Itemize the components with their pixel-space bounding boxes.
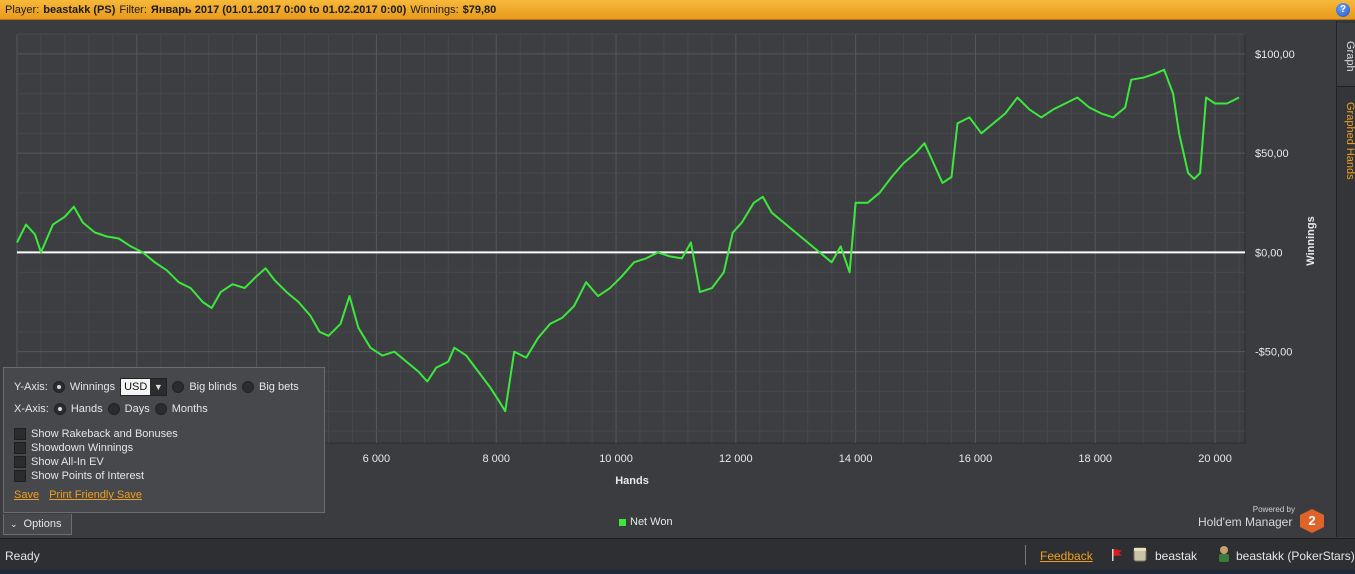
options-toggle[interactable]: ⌄ Options (3, 514, 72, 535)
x-tick-labels: 6 000 8 000 10 000 12 000 14 000 16 000 18 000… (363, 453, 1232, 465)
checkbox[interactable] (14, 456, 26, 468)
x-axis-row: X-Axis: Hands Days Months (14, 403, 213, 415)
tab-graph[interactable]: Graph (1337, 23, 1355, 87)
checkbox-allin-ev[interactable]: Show All-In EV (14, 456, 104, 468)
radio-winnings-label[interactable]: Winnings (70, 381, 115, 393)
taskbar-strip (0, 570, 1355, 574)
options-toggle-label: Options (23, 518, 62, 530)
y-tick-label: $0,00 (1255, 247, 1283, 259)
checkbox-rakeback-label[interactable]: Show Rakeback and Bonuses (31, 428, 178, 440)
radio-hands-label[interactable]: Hands (71, 403, 103, 415)
chevron-down-icon: ▼ (153, 382, 163, 392)
radio-months[interactable] (154, 403, 167, 415)
player-label: Player: (5, 4, 40, 16)
filter-value: Январь 2017 (01.01.2017 0:00 to 01.02.20… (150, 4, 407, 16)
checkbox-showdown-label[interactable]: Showdown Winnings (31, 442, 133, 454)
chart-legend: Net Won (619, 516, 673, 528)
save-links: Save Print Friendly Save (14, 489, 152, 501)
checkbox[interactable] (14, 470, 26, 482)
x-tick-label: 6 000 (363, 453, 391, 465)
database-user[interactable]: beastak (1155, 549, 1197, 563)
help-icon[interactable]: ? (1336, 3, 1350, 17)
status-bar: Ready Feedback beastak beastakk (PokerSt… (0, 538, 1355, 574)
checkbox-allin-ev-label[interactable]: Show All-In EV (31, 456, 104, 468)
feedback-link[interactable]: Feedback (1040, 549, 1093, 563)
print-friendly-save-link[interactable]: Print Friendly Save (49, 489, 142, 501)
legend-swatch (619, 518, 626, 526)
radio-big-bets-label[interactable]: Big bets (259, 381, 299, 393)
save-link[interactable]: Save (14, 489, 39, 501)
y-axis-label: Y-Axis: (14, 381, 48, 393)
checkbox-rakeback[interactable]: Show Rakeback and Bonuses (14, 428, 178, 440)
powered-by: Powered by Hold'em Manager 2 (1198, 505, 1326, 533)
tab-graphed-hands[interactable]: Graphed Hands (1337, 91, 1355, 187)
checkbox-poi[interactable]: Show Points of Interest (14, 470, 144, 482)
y-tick-labels: $100,00 $50,00 $0,00 -$50,00 (1255, 49, 1295, 359)
x-tick-label: 20 000 (1198, 453, 1232, 465)
status-text: Ready (5, 549, 40, 563)
x-tick-label: 8 000 (482, 453, 510, 465)
y-tick-label: $50,00 (1255, 148, 1289, 160)
currency-select[interactable]: USD ▼ (120, 378, 168, 396)
player-value: beastakk (PS) (43, 4, 116, 16)
radio-big-blinds[interactable] (172, 381, 185, 393)
checkbox-showdown[interactable]: Showdown Winnings (14, 442, 133, 454)
checkbox-poi-label[interactable]: Show Points of Interest (31, 470, 144, 482)
legend-label: Net Won (630, 516, 673, 528)
x-tick-label: 18 000 (1078, 453, 1112, 465)
radio-days[interactable] (107, 403, 120, 415)
database-icon[interactable] (1133, 546, 1147, 563)
brand-name: Hold'em Manager (1198, 515, 1293, 529)
flag-icon[interactable] (1110, 548, 1124, 562)
x-axis-label: X-Axis: (14, 403, 49, 415)
checkbox[interactable] (14, 442, 26, 454)
y-axis-title: Winnings (1305, 216, 1317, 265)
radio-days-label[interactable]: Days (125, 403, 150, 415)
filter-label: Filter: (119, 4, 147, 16)
y-tick-label: $100,00 (1255, 49, 1295, 61)
filter-bar: Player: beastakk (PS) Filter: Январь 2017 (… (0, 0, 1355, 20)
radio-months-label[interactable]: Months (172, 403, 208, 415)
side-tabs: Graph Graphed Hands (1336, 21, 1355, 537)
winnings-value: $79,80 (462, 4, 497, 16)
radio-big-bets[interactable] (242, 381, 255, 393)
radio-winnings[interactable] (52, 381, 65, 393)
winnings-label: Winnings: (410, 4, 459, 16)
player-avatar-icon[interactable] (1216, 545, 1232, 563)
checkbox[interactable] (14, 428, 26, 440)
divider (1025, 545, 1026, 565)
x-tick-label: 16 000 (959, 453, 993, 465)
y-axis-row: Y-Axis: Winnings USD ▼ Big blinds Big be… (14, 378, 304, 396)
radio-big-blinds-label[interactable]: Big blinds (189, 381, 237, 393)
x-tick-label: 14 000 (839, 453, 873, 465)
currency-value: USD (121, 379, 151, 395)
x-tick-label: 10 000 (599, 453, 633, 465)
radio-hands[interactable] (53, 403, 66, 415)
options-panel: Y-Axis: Winnings USD ▼ Big blinds Big be… (3, 367, 325, 513)
x-tick-label: 12 000 (719, 453, 753, 465)
y-tick-label: -$50,00 (1255, 347, 1292, 359)
chevron-down-icon: ⌄ (10, 519, 18, 529)
x-axis-title: Hands (615, 475, 649, 487)
active-player[interactable]: beastakk (PokerStars) (1236, 549, 1355, 563)
